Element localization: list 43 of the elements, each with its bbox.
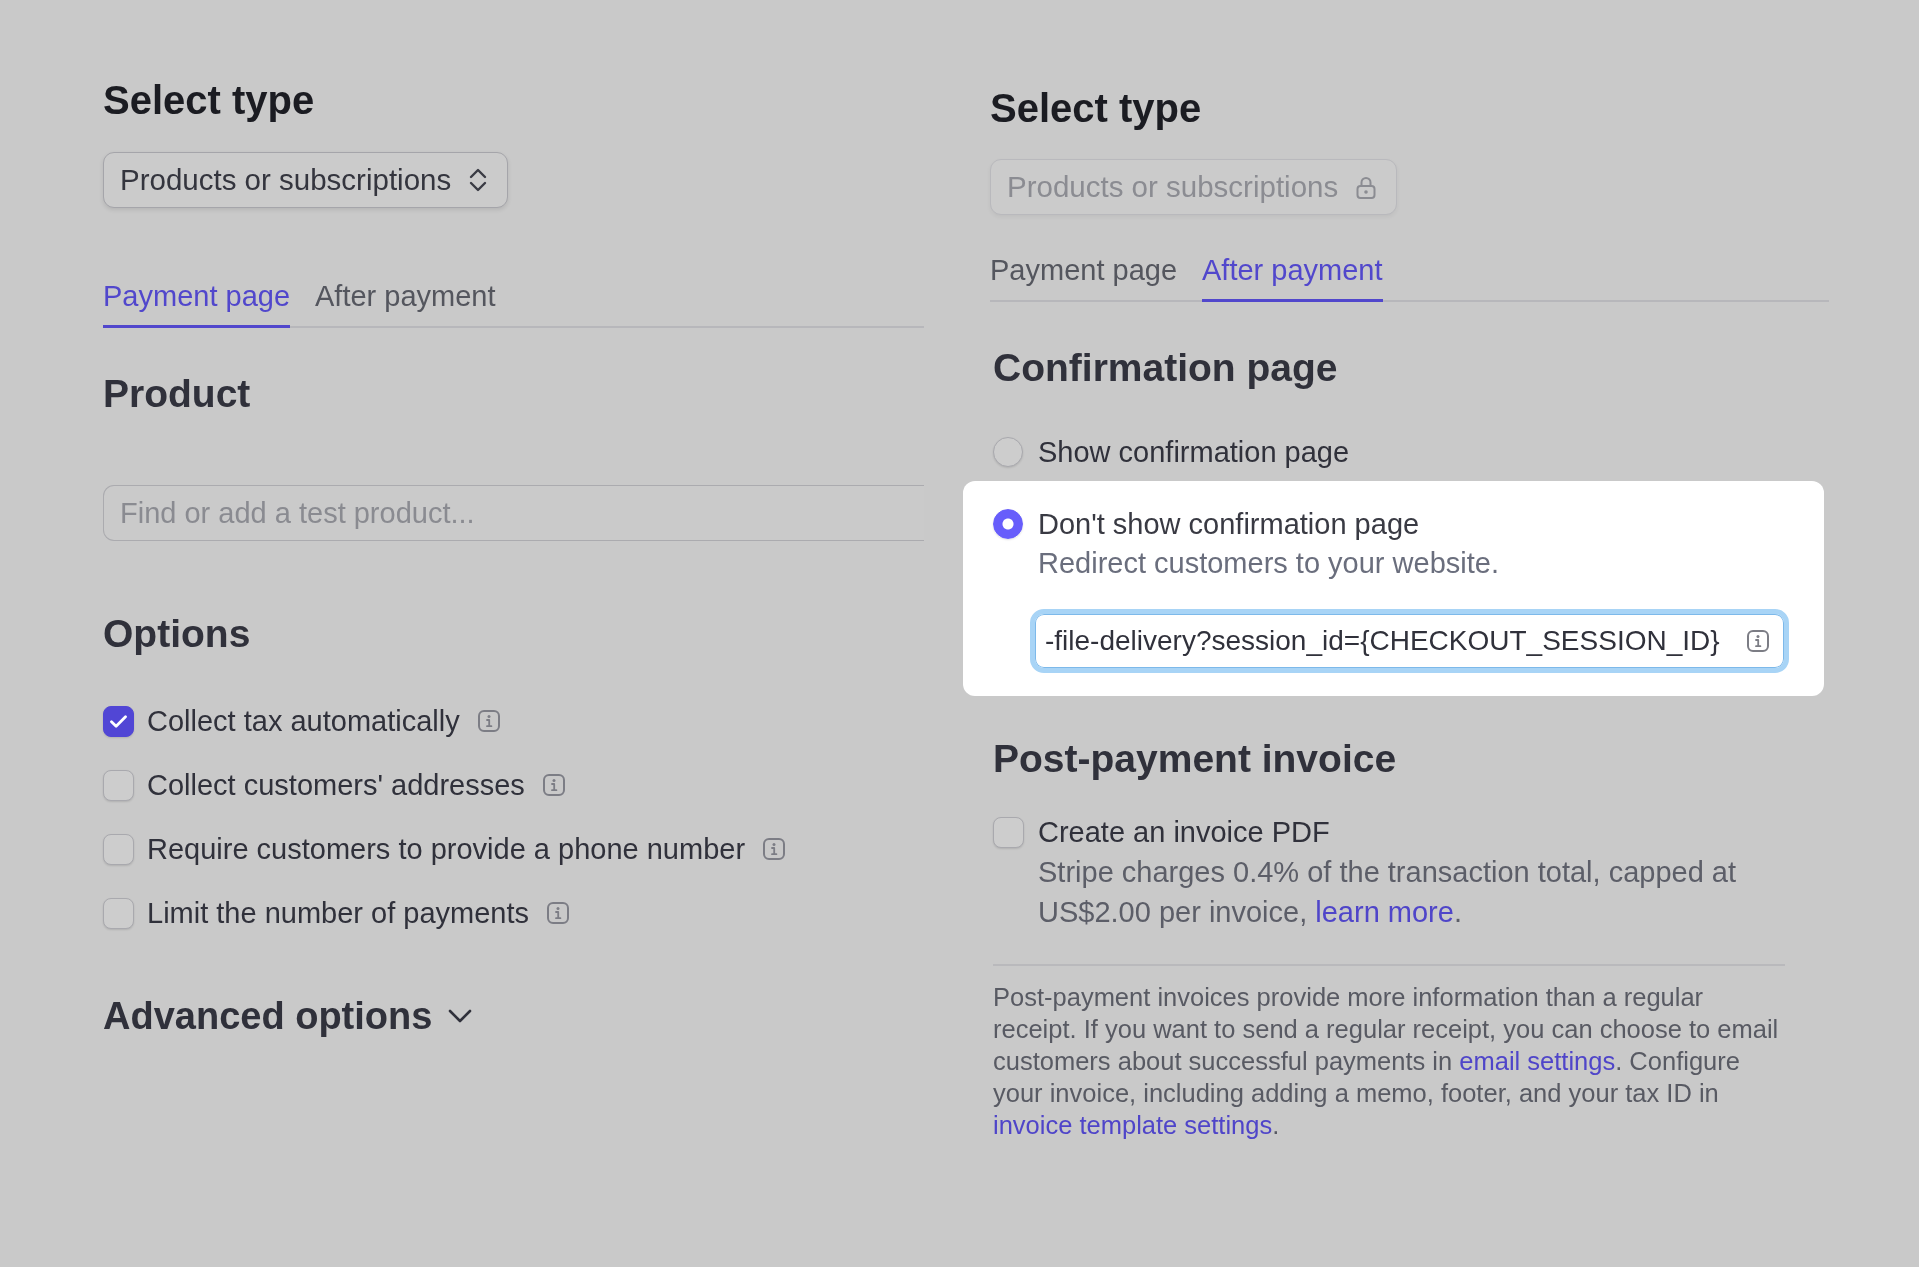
note-text: Post-payment invoices provide more information than a regular receipt. If you want to send a regular receipt, you can choose to email customers about successful payments in email settings. Configure your invoice, including adding a memo, footer, and your tax ID in invoice template settings. bbox=[993, 982, 1780, 1141]
section-heading: Confirmation page bbox=[993, 345, 1338, 391]
option-label: Collect tax automatically bbox=[147, 704, 460, 739]
checkbox[interactable] bbox=[993, 816, 1024, 848]
tab[interactable]: After payment bbox=[315, 278, 496, 328]
section-heading: Options bbox=[103, 611, 251, 657]
radio-button[interactable] bbox=[993, 437, 1023, 467]
option-label: Limit the number of payments bbox=[147, 896, 529, 931]
chevron-up-down-icon bbox=[469, 167, 488, 193]
checkbox[interactable] bbox=[103, 897, 134, 929]
link[interactable]: learn more bbox=[1315, 896, 1454, 928]
checkbox-label: Create an invoice PDF bbox=[1038, 815, 1330, 850]
info-icon[interactable] bbox=[1747, 630, 1769, 652]
info-icon[interactable] bbox=[477, 710, 500, 732]
tab[interactable]: Payment page bbox=[990, 252, 1177, 302]
option-label: Require customers to provide a phone number bbox=[147, 832, 746, 867]
radio-label: Show confirmation page bbox=[1038, 435, 1350, 470]
link[interactable]: email settings bbox=[1459, 1047, 1616, 1075]
checkmark-icon bbox=[110, 714, 127, 728]
option-label: Collect customers' addresses bbox=[147, 768, 525, 803]
description-text: Stripe charges 0.4% of the transaction total, capped at US$2.00 per invoice, learn more. bbox=[1038, 855, 1738, 930]
checkbox[interactable] bbox=[103, 705, 134, 737]
radio-label: Don't show confirmation page bbox=[1038, 507, 1420, 542]
section-heading: Post-payment invoice bbox=[993, 736, 1397, 782]
section-heading: Select type bbox=[990, 85, 1202, 132]
checkbox[interactable] bbox=[103, 833, 134, 865]
link[interactable]: invoice template settings bbox=[993, 1111, 1273, 1139]
lock-icon bbox=[1356, 175, 1377, 199]
section-heading: Select type bbox=[103, 77, 315, 124]
info-icon[interactable] bbox=[763, 838, 786, 860]
tab[interactable]: After payment bbox=[1202, 252, 1383, 302]
radio-button[interactable] bbox=[993, 509, 1023, 539]
chevron-down-icon bbox=[448, 1009, 473, 1023]
type-dropdown[interactable]: Products or subscriptions bbox=[103, 152, 509, 208]
info-icon[interactable] bbox=[547, 902, 569, 924]
advanced-options-toggle[interactable]: Advanced options bbox=[103, 992, 473, 1040]
option-description: Redirect customers to your website. bbox=[1038, 546, 1499, 581]
tab[interactable]: Payment page bbox=[103, 278, 290, 328]
checkbox[interactable] bbox=[103, 769, 134, 801]
search-field[interactable]: Find or add a test product... bbox=[103, 485, 924, 541]
section-heading: Product bbox=[103, 371, 251, 417]
url-field[interactable]: -file-delivery?session_id={CHECKOUT_SESSION_ID} bbox=[1030, 609, 1789, 673]
info-icon[interactable] bbox=[542, 774, 565, 796]
